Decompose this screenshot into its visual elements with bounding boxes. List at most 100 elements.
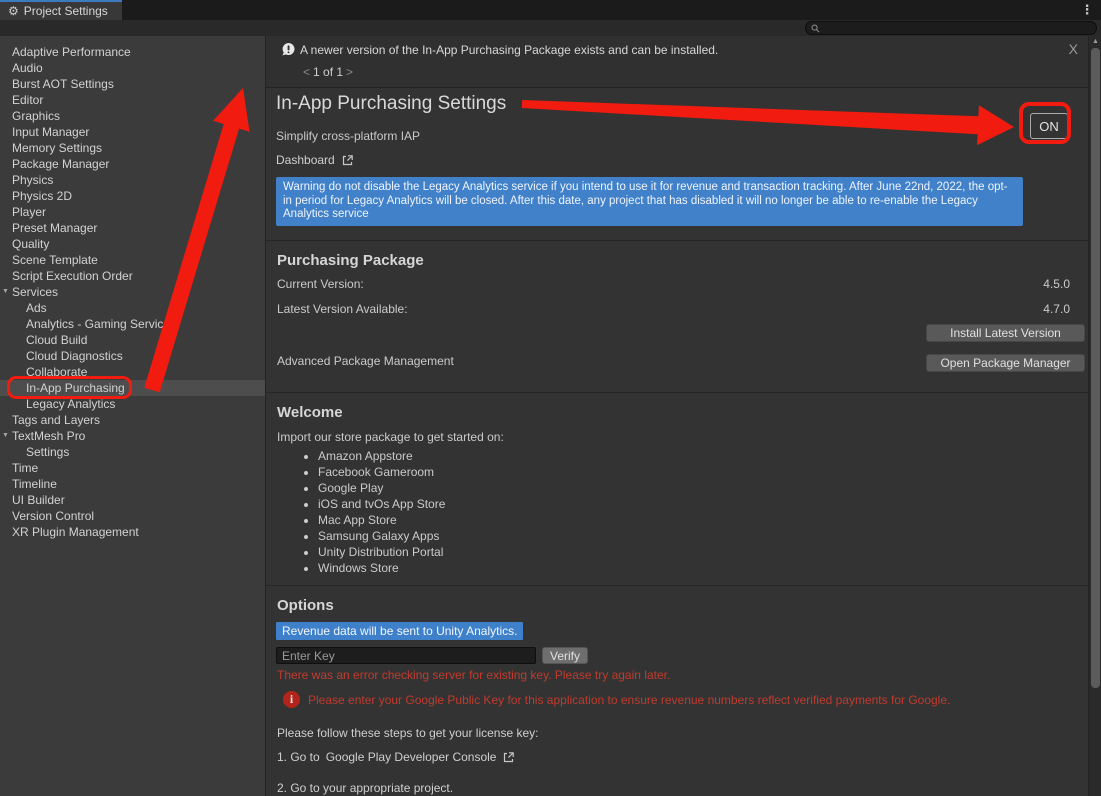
sidebar-item-label: Scene Template xyxy=(12,253,98,267)
sidebar-item[interactable]: ▼ Legacy Analytics xyxy=(0,396,265,412)
external-link-icon xyxy=(341,154,354,167)
toolbar xyxy=(0,20,1101,36)
sidebar-item[interactable]: ▼ TextMesh Pro xyxy=(0,428,265,444)
step1-prefix: 1. Go to xyxy=(277,750,320,764)
sidebar-item[interactable]: ▼ Player xyxy=(0,204,265,220)
close-icon[interactable]: X xyxy=(1069,41,1078,57)
store-name: Google Play xyxy=(318,481,383,495)
divider xyxy=(266,585,1088,586)
sidebar-item[interactable]: ▼ Audio xyxy=(0,60,265,76)
sidebar-item[interactable]: ▼ Package Manager xyxy=(0,156,265,172)
service-on-toggle[interactable]: ON xyxy=(1030,113,1068,139)
license-step-2: 2. Go to your appropriate project. xyxy=(277,781,453,795)
tab-project-settings[interactable]: ⚙ Project Settings xyxy=(0,0,122,20)
sidebar-item-label: Cloud Diagnostics xyxy=(26,349,123,363)
pager-next-icon[interactable]: > xyxy=(343,65,356,79)
external-link-icon xyxy=(502,751,515,764)
sidebar-item[interactable]: ▼ Settings xyxy=(0,444,265,460)
store-list-item: Facebook Gameroom xyxy=(318,464,445,480)
open-package-manager-button[interactable]: Open Package Manager xyxy=(926,354,1085,372)
key-check-error: There was an error checking server for e… xyxy=(277,668,670,682)
store-list-item: Mac App Store xyxy=(318,512,445,528)
current-version-label: Current Version: xyxy=(277,277,364,291)
latest-version-label: Latest Version Available: xyxy=(277,302,408,316)
sidebar-item[interactable]: ▼ Adaptive Performance xyxy=(0,44,265,60)
sidebar-item[interactable]: ▼ Scene Template xyxy=(0,252,265,268)
pager-prev-icon[interactable]: < xyxy=(300,65,313,79)
sidebar-item[interactable]: ▼ Cloud Diagnostics xyxy=(0,348,265,364)
sidebar-item[interactable]: ▼ Burst AOT Settings xyxy=(0,76,265,92)
verify-button[interactable]: Verify xyxy=(542,647,588,664)
search-icon xyxy=(811,24,820,33)
foldout-icon[interactable]: ▼ xyxy=(2,428,9,444)
foldout-icon[interactable]: ▼ xyxy=(2,284,9,300)
scroll-up-icon[interactable]: ▲ xyxy=(1089,38,1101,45)
store-name: Amazon Appstore xyxy=(318,449,413,463)
sidebar-item[interactable]: ▼ Services xyxy=(0,284,265,300)
scrollbar-thumb[interactable] xyxy=(1091,48,1100,688)
kebab-menu-icon[interactable]: ⋮ xyxy=(1080,1,1094,19)
sidebar-item[interactable]: ▼ Memory Settings xyxy=(0,140,265,156)
sidebar-item[interactable]: ▼ Version Control xyxy=(0,508,265,524)
sidebar-item[interactable]: ▼ Graphics xyxy=(0,108,265,124)
latest-version-value: 4.7.0 xyxy=(1043,302,1070,316)
sidebar-item-label: Graphics xyxy=(12,109,60,123)
welcome-heading: Welcome xyxy=(277,404,343,421)
install-latest-version-button[interactable]: Install Latest Version xyxy=(926,324,1085,342)
store-name: Unity Distribution Portal xyxy=(318,545,443,559)
sidebar-item-label: Ads xyxy=(26,301,47,315)
gear-icon: ⚙ xyxy=(8,5,19,17)
sidebar-item[interactable]: ▼ Tags and Layers xyxy=(0,412,265,428)
sidebar-item-label: Cloud Build xyxy=(26,333,87,347)
store-list-item: Samsung Galaxy Apps xyxy=(318,528,445,544)
store-name: Mac App Store xyxy=(318,513,397,527)
store-name: Windows Store xyxy=(318,561,399,575)
settings-sidebar: ▼ Adaptive Performance ▼ Audio ▼ Burst A… xyxy=(0,36,266,796)
sidebar-item[interactable]: ▼ Time xyxy=(0,460,265,476)
sidebar-item[interactable]: ▼ Collaborate xyxy=(0,364,265,380)
welcome-intro: Import our store package to get started … xyxy=(277,430,504,444)
sidebar-item-label: Analytics - Gaming Services xyxy=(26,317,176,331)
revenue-note: Revenue data will be sent to Unity Analy… xyxy=(276,622,523,640)
sidebar-item[interactable]: ▼ Ads xyxy=(0,300,265,316)
console-warning-icon xyxy=(281,42,296,57)
sidebar-item[interactable]: ▼ Quality xyxy=(0,236,265,252)
sidebar-item[interactable]: ▼ Editor xyxy=(0,92,265,108)
vertical-scrollbar[interactable]: ▲ xyxy=(1088,36,1101,796)
sidebar-item[interactable]: ▼ Script Execution Order xyxy=(0,268,265,284)
sidebar-item-label: Physics xyxy=(12,173,53,187)
search-input[interactable] xyxy=(824,22,1091,34)
sidebar-item[interactable]: ▼ XR Plugin Management xyxy=(0,524,265,540)
sidebar-item-label: Package Manager xyxy=(12,157,109,171)
store-name: iOS and tvOs App Store xyxy=(318,497,445,511)
google-key-input[interactable] xyxy=(276,647,536,664)
sidebar-item-label: Player xyxy=(12,205,46,219)
sidebar-item-label: Version Control xyxy=(12,509,94,523)
google-key-warning: Please enter your Google Public Key for … xyxy=(308,693,1078,707)
store-list-item: iOS and tvOs App Store xyxy=(318,496,445,512)
dashboard-link[interactable]: Dashboard xyxy=(276,153,354,167)
notification-banner: A newer version of the In-App Purchasing… xyxy=(266,36,1088,88)
sidebar-item[interactable]: ▼ Physics 2D xyxy=(0,188,265,204)
sidebar-item[interactable]: ▼ Analytics - Gaming Services xyxy=(0,316,265,332)
sidebar-item[interactable]: ▼ Timeline xyxy=(0,476,265,492)
sidebar-item-label: Adaptive Performance xyxy=(12,45,131,59)
sidebar-item-label: Time xyxy=(12,461,38,475)
search-box[interactable] xyxy=(805,21,1097,35)
sidebar-item-label: Input Manager xyxy=(12,125,89,139)
google-play-console-link[interactable]: Google Play Developer Console xyxy=(326,750,497,764)
sidebar-item-label: Timeline xyxy=(12,477,57,491)
sidebar-item[interactable]: ▼ Cloud Build xyxy=(0,332,265,348)
sidebar-item[interactable]: ▼ Preset Manager xyxy=(0,220,265,236)
divider xyxy=(266,240,1088,241)
sidebar-item-label: Services xyxy=(12,285,58,299)
store-list-item: Windows Store xyxy=(318,560,445,576)
banner-pager: <1 of 1> xyxy=(300,65,356,79)
sidebar-item[interactable]: ▼ UI Builder xyxy=(0,492,265,508)
sidebar-item[interactable]: ▼ In-App Purchasing xyxy=(0,380,265,396)
sidebar-item[interactable]: ▼ Physics xyxy=(0,172,265,188)
settings-content: A newer version of the In-App Purchasing… xyxy=(266,36,1088,796)
page-title: In-App Purchasing Settings xyxy=(276,93,506,115)
project-settings-window: ⚙ Project Settings ⋮ ▼ Adaptive Performa… xyxy=(0,0,1101,796)
sidebar-item[interactable]: ▼ Input Manager xyxy=(0,124,265,140)
